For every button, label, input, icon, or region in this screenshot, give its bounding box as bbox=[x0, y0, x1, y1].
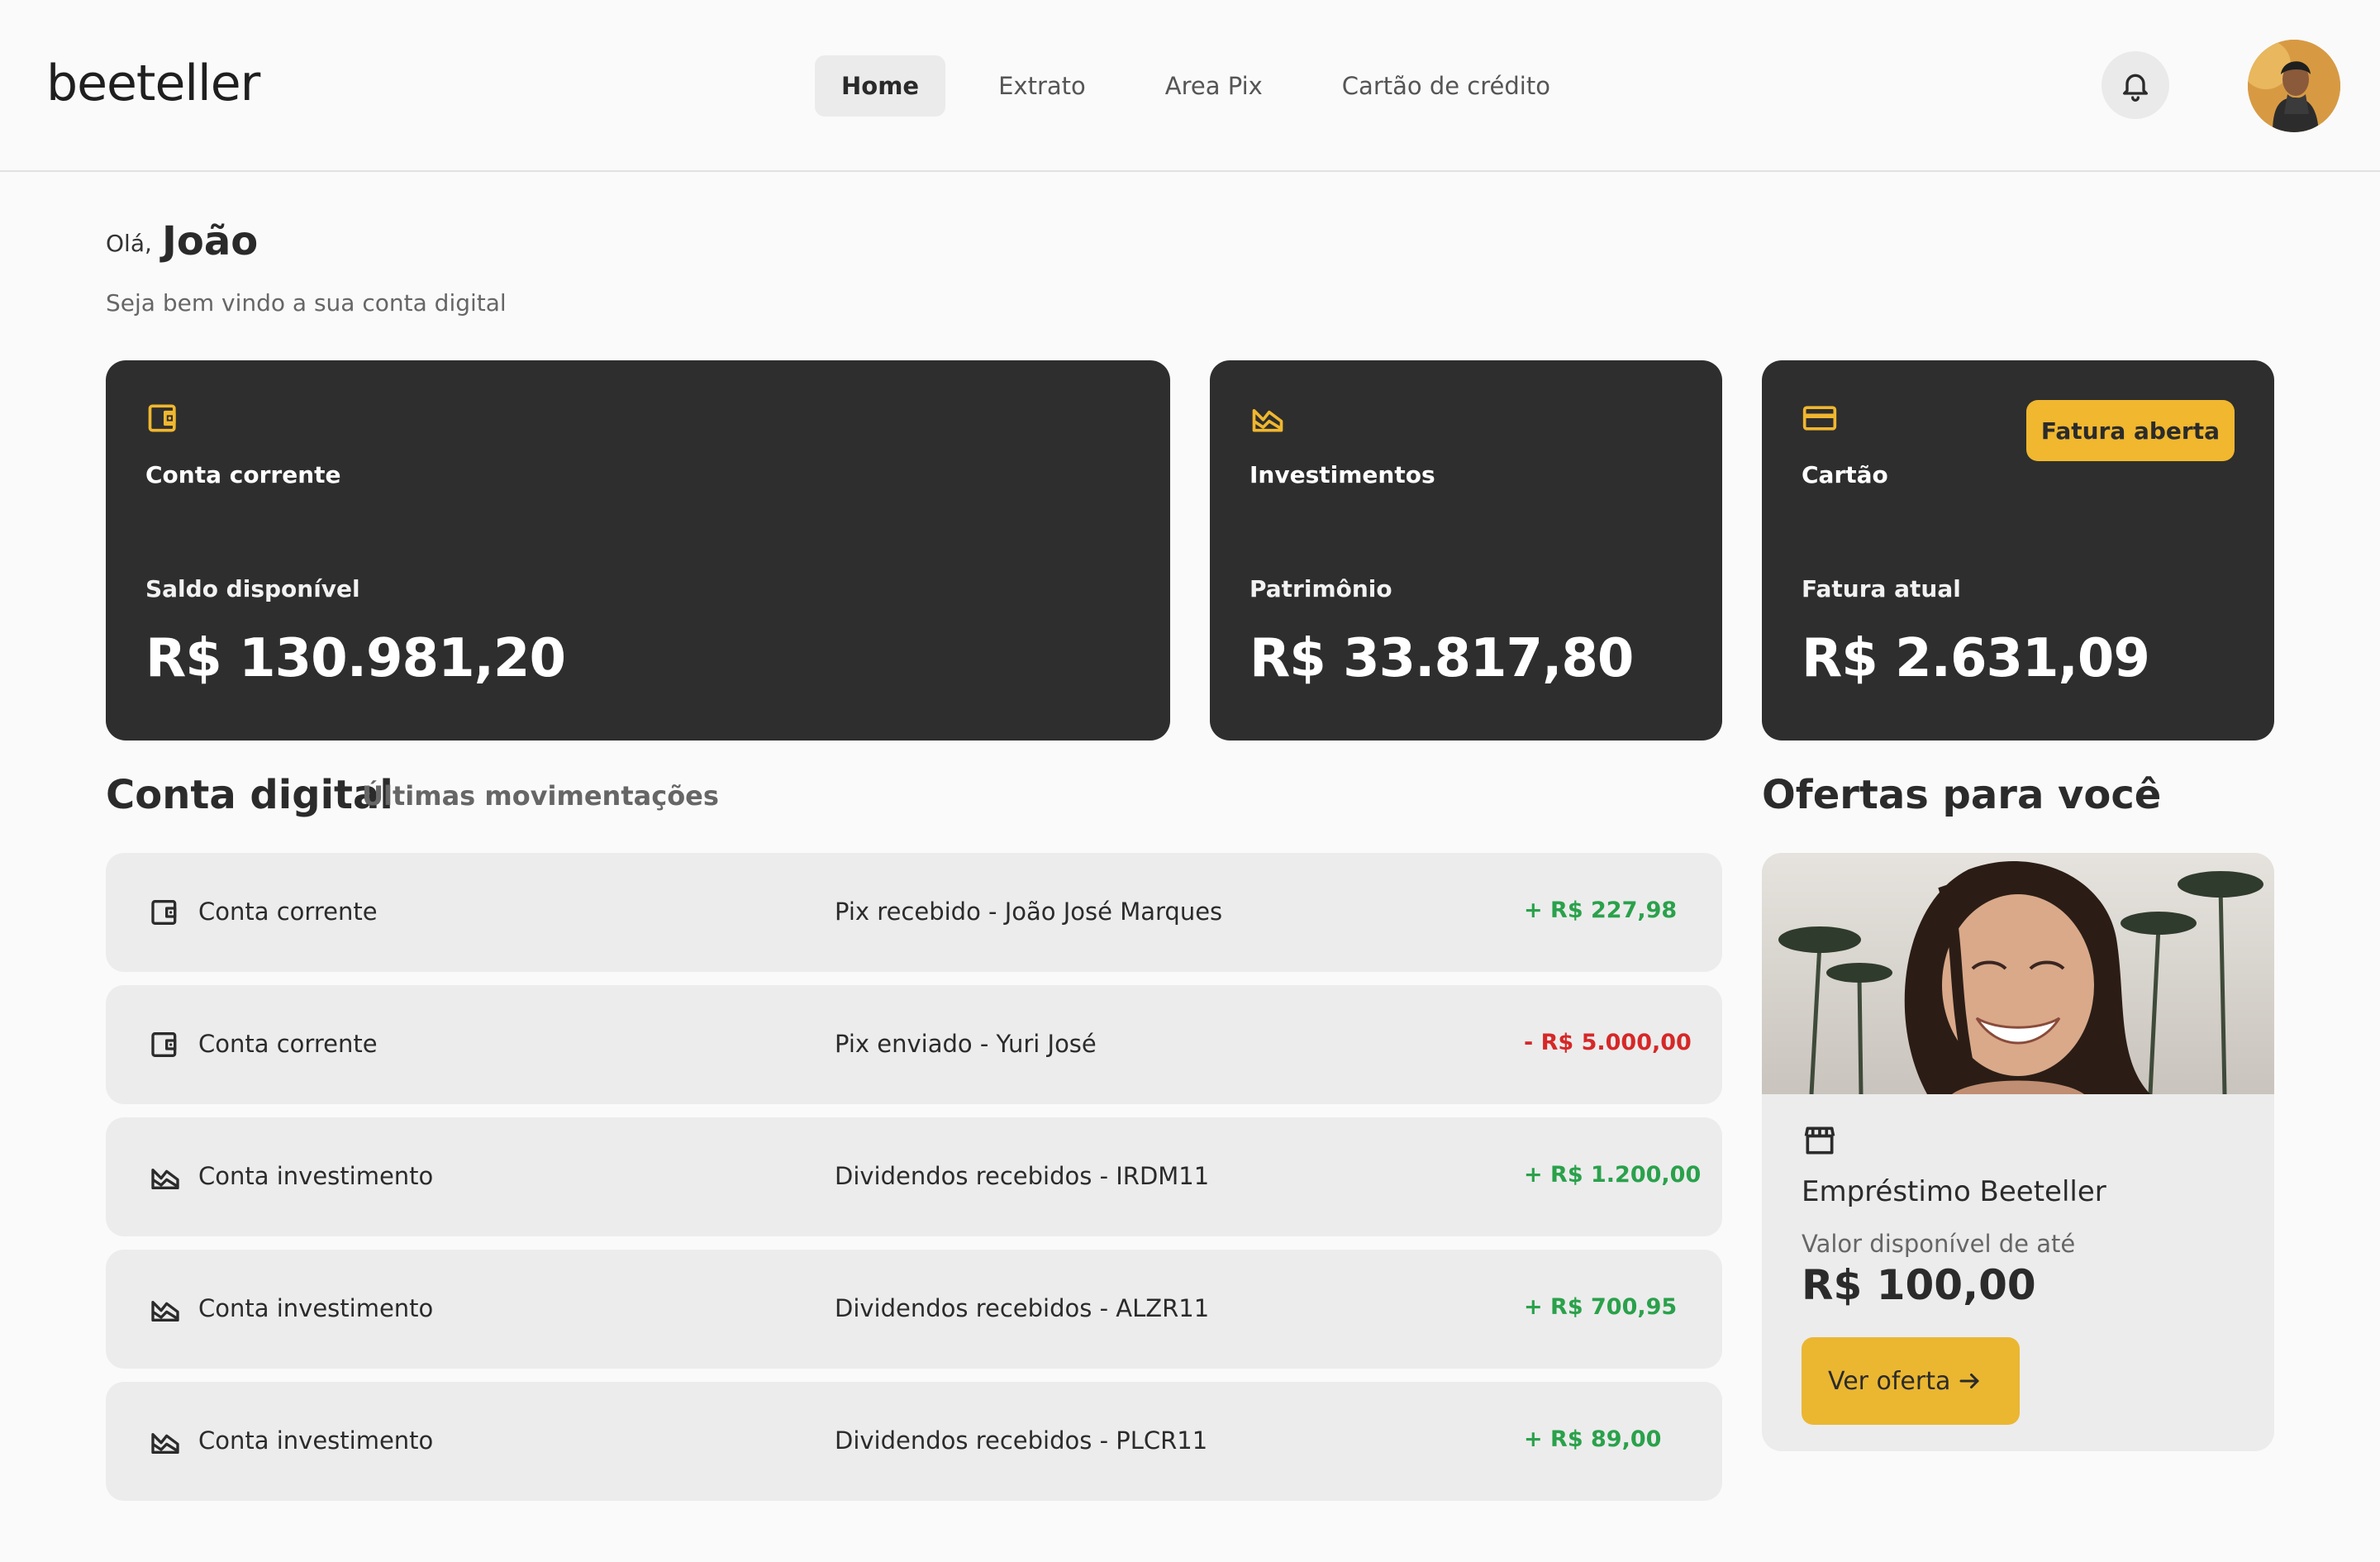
greeting-name: João bbox=[162, 218, 259, 264]
transaction-description: Dividendos recebidos - PLCR11 bbox=[835, 1426, 1208, 1455]
loan-offer-card[interactable]: Empréstimo Beeteller Valor disponível de… bbox=[1762, 853, 2274, 1451]
chart-area-icon bbox=[151, 1433, 179, 1454]
offer-photo bbox=[1762, 853, 2274, 1094]
bell-icon bbox=[2123, 74, 2148, 102]
wallet-icon bbox=[151, 1032, 177, 1057]
transaction-description: Pix enviado - Yuri José bbox=[835, 1030, 1097, 1058]
brand-logo[interactable]: beeteller bbox=[46, 55, 260, 112]
investments-card[interactable]: Investimentos Patrimônio R$ 33.817,80 bbox=[1210, 360, 1722, 741]
transaction-account: Conta investimento bbox=[198, 1162, 434, 1190]
transaction-amount: + R$ 89,00 bbox=[1524, 1426, 1662, 1452]
chart-area-icon bbox=[1252, 409, 1283, 432]
transaction-description: Pix recebido - João José Marques bbox=[835, 898, 1223, 926]
greeting-subtitle: Seja bem vindo a sua conta digital bbox=[106, 289, 507, 317]
transaction-description: Dividendos recebidos - IRDM11 bbox=[835, 1162, 1210, 1190]
card-title: Investimentos bbox=[1250, 461, 1435, 488]
wallet-icon bbox=[148, 404, 176, 432]
checking-account-card[interactable]: Conta corrente Saldo disponível R$ 130.9… bbox=[106, 360, 1170, 741]
transaction-amount: + R$ 1.200,00 bbox=[1524, 1162, 1702, 1188]
notifications-button[interactable] bbox=[2102, 51, 2169, 119]
user-avatar[interactable] bbox=[2248, 40, 2340, 132]
top-header: beeteller Home Extrato Area Pix Cartão d… bbox=[0, 0, 2380, 172]
card-label: Saldo disponível bbox=[145, 575, 360, 602]
offer-label: Valor disponível de até bbox=[1802, 1230, 2076, 1258]
transaction-row[interactable]: Conta investimento Dividendos recebidos … bbox=[106, 1382, 1722, 1501]
transaction-row[interactable]: Conta investimento Dividendos recebidos … bbox=[106, 1117, 1722, 1236]
see-offer-button[interactable]: Ver oferta bbox=[1802, 1337, 2020, 1425]
credit-card-card[interactable]: Fatura aberta Cartão Fatura atual R$ 2.6… bbox=[1762, 360, 2274, 741]
card-label: Fatura atual bbox=[1802, 575, 1961, 602]
transaction-row[interactable]: Conta investimento Dividendos recebidos … bbox=[106, 1250, 1722, 1369]
card-label: Patrimônio bbox=[1250, 575, 1392, 602]
main-nav: Home Extrato Area Pix Cartão de crédito bbox=[815, 55, 1603, 117]
transaction-account: Conta corrente bbox=[198, 898, 378, 926]
avatar-photo bbox=[2248, 40, 2340, 132]
offer-title: Empréstimo Beeteller bbox=[1802, 1175, 2106, 1208]
page: beeteller Home Extrato Area Pix Cartão d… bbox=[0, 0, 2380, 1562]
transaction-amount: + R$ 227,98 bbox=[1524, 898, 1678, 923]
transaction-amount: - R$ 5.000,00 bbox=[1524, 1030, 1692, 1055]
card-title: Conta corrente bbox=[145, 461, 341, 488]
transaction-description: Dividendos recebidos - ALZR11 bbox=[835, 1294, 1210, 1322]
transaction-row[interactable]: Conta corrente Pix enviado - Yuri José -… bbox=[106, 985, 1722, 1104]
nav-extrato[interactable]: Extrato bbox=[972, 55, 1112, 117]
nav-home[interactable]: Home bbox=[815, 55, 946, 117]
transaction-row[interactable]: Conta corrente Pix recebido - João José … bbox=[106, 853, 1722, 972]
transaction-amount: + R$ 700,95 bbox=[1524, 1294, 1678, 1320]
offers-title: Ofertas para você bbox=[1762, 772, 2162, 818]
card-value: R$ 130.981,20 bbox=[145, 628, 566, 689]
chart-area-icon bbox=[151, 1301, 179, 1322]
digital-account-title: Conta digital bbox=[106, 772, 393, 818]
credit-card-icon bbox=[1802, 406, 1837, 431]
nav-area-pix[interactable]: Area Pix bbox=[1139, 55, 1289, 117]
card-title: Cartão bbox=[1802, 461, 1888, 488]
greeting-hi: Olá, bbox=[106, 230, 152, 257]
transaction-account: Conta investimento bbox=[198, 1426, 434, 1455]
arrow-right-icon bbox=[1959, 1374, 1979, 1388]
card-value: R$ 2.631,09 bbox=[1802, 628, 2150, 689]
wallet-icon bbox=[151, 900, 177, 925]
chart-area-icon bbox=[151, 1169, 179, 1189]
see-offer-button-label: Ver oferta bbox=[1828, 1366, 1951, 1396]
nav-cartao-credito[interactable]: Cartão de crédito bbox=[1316, 55, 1577, 117]
store-icon bbox=[1804, 1126, 1835, 1155]
transaction-account: Conta investimento bbox=[198, 1294, 434, 1322]
open-invoice-badge[interactable]: Fatura aberta bbox=[2025, 400, 2235, 461]
card-value: R$ 33.817,80 bbox=[1250, 628, 1634, 689]
recent-transactions-subtitle: Últimas movimentações bbox=[362, 780, 719, 812]
offer-value: R$ 100,00 bbox=[1802, 1261, 2036, 1309]
transaction-account: Conta corrente bbox=[198, 1030, 378, 1058]
transactions-list: Conta corrente Pix recebido - João José … bbox=[106, 853, 1722, 1514]
